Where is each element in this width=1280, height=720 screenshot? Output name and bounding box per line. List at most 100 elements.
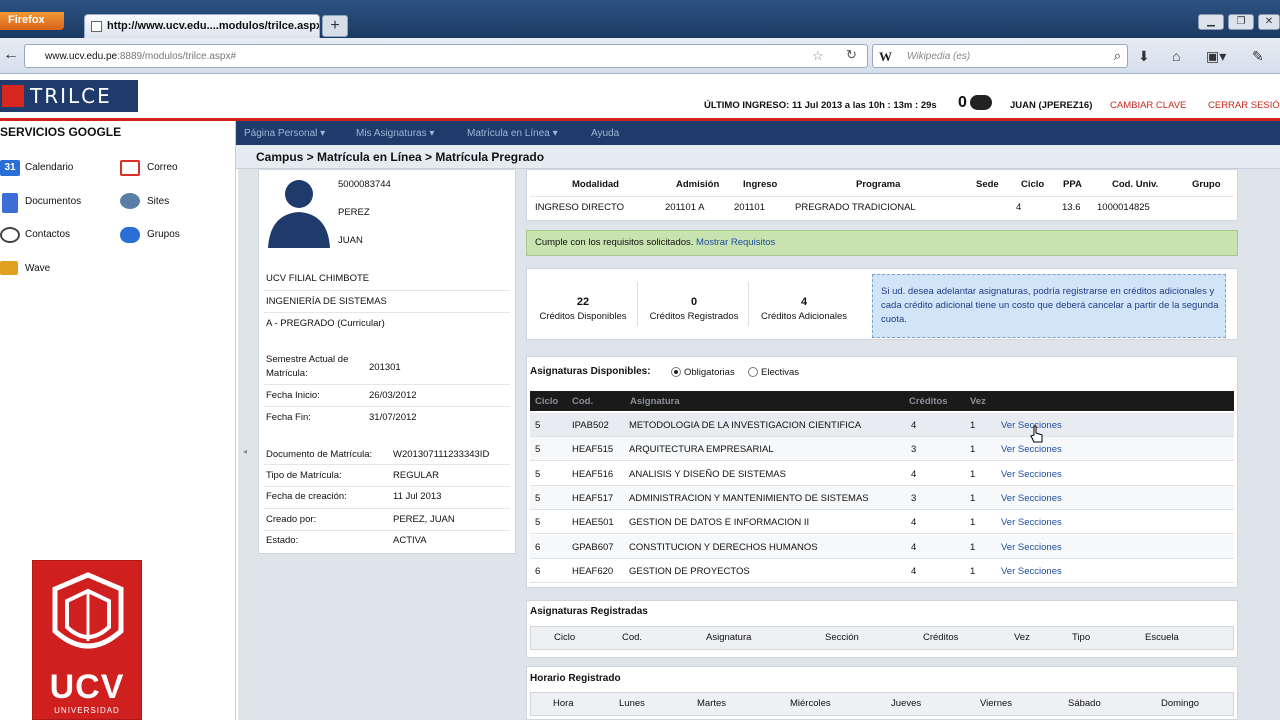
subject-cell: 6 [535, 542, 541, 553]
subject-cell: HEAF620 [572, 566, 614, 577]
subject-cell: 5 [535, 517, 541, 528]
google-link-calendario[interactable]: Calendario [25, 162, 73, 173]
info-header: Grupo [1192, 179, 1221, 190]
back-arrow-icon[interactable]: ← [0, 44, 22, 68]
subject-cell: 4 [911, 542, 917, 553]
url-bar[interactable]: www.ucv.edu.pe:8889/modulos/trilce.aspx# [24, 44, 868, 68]
credits-additional-label: Créditos Adicionales [760, 311, 848, 322]
subject-cell: 1 [970, 566, 976, 577]
column-header: Sección [825, 632, 859, 643]
credits-additional-value: 4 [800, 296, 808, 308]
chat-bubble-icon[interactable] [970, 95, 992, 110]
column-header: Hora [553, 698, 574, 709]
google-services-title: SERVICIOS GOOGLE [0, 125, 122, 139]
change-password-link[interactable]: CAMBIAR CLAVE [1110, 100, 1186, 111]
column-header: Asignatura [630, 396, 680, 407]
screen-icon[interactable]: ▣▾ [1206, 48, 1226, 65]
enrollment-info-table [526, 169, 1238, 221]
sites-icon[interactable] [120, 193, 140, 209]
subject-cell: 6 [535, 566, 541, 577]
info-value: 201101 [734, 202, 765, 213]
wave-icon[interactable] [0, 261, 18, 275]
menu-ayuda[interactable]: Ayuda [591, 128, 619, 139]
info-header: Cod. Univ. [1112, 179, 1159, 190]
field-label: Tipo de Matrícula: [266, 470, 342, 481]
filter-obligatory-label[interactable]: Obligatorias [684, 367, 735, 378]
subject-cell: 4 [911, 469, 917, 480]
column-header: Asignatura [706, 632, 752, 643]
addon-icon[interactable]: ✎ [1252, 48, 1264, 65]
search-input[interactable]: W Wikipedia (es) ⌕ [872, 44, 1128, 68]
reload-icon[interactable]: ↻ [846, 47, 857, 63]
column-header: Miércoles [790, 698, 831, 709]
view-sections-link[interactable]: Ver Secciones [1001, 444, 1062, 455]
new-tab-button[interactable]: + [322, 15, 348, 37]
google-link-wave[interactable]: Wave [25, 263, 50, 274]
filter-obligatory-radio[interactable] [671, 367, 681, 377]
field-value: ACTIVA [393, 535, 427, 546]
menu-mis-asignaturas[interactable]: Mis Asignaturas ▾ [356, 128, 434, 139]
logout-link[interactable]: CERRAR SESIÓ [1208, 100, 1280, 111]
view-sections-link[interactable]: Ver Secciones [1001, 469, 1062, 480]
firefox-menu-button[interactable]: Firefox [0, 12, 64, 30]
filter-elective-radio[interactable] [748, 367, 758, 377]
credits-registered-value: 0 [690, 296, 698, 308]
view-sections-link[interactable]: Ver Secciones [1001, 517, 1062, 528]
calendar-icon[interactable]: 31 [0, 160, 20, 176]
panel-collapse-icon[interactable]: ◂ [243, 447, 247, 456]
google-link-documentos[interactable]: Documentos [25, 196, 81, 207]
credits-available-value: 22 [576, 296, 590, 308]
subject-cell: 1 [970, 517, 976, 528]
search-placeholder: Wikipedia (es) [907, 51, 971, 62]
docs-icon[interactable] [2, 193, 18, 213]
menu-pagina-personal[interactable]: Página Personal ▾ [244, 128, 325, 139]
subject-cell: 4 [911, 420, 917, 431]
home-icon[interactable]: ⌂ [1172, 48, 1180, 64]
subject-cell: GPAB607 [572, 542, 614, 553]
maximize-icon[interactable]: ❐ [1228, 14, 1254, 30]
view-sections-link[interactable]: Ver Secciones [1001, 493, 1062, 504]
subject-cell: 3 [911, 493, 917, 504]
divider [748, 282, 749, 326]
trilce-mark-icon [2, 85, 24, 107]
groups-icon[interactable] [120, 227, 140, 243]
column-header: Domingo [1161, 698, 1200, 709]
close-window-icon[interactable]: ✕ [1258, 14, 1280, 30]
show-requirements-link[interactable]: Mostrar Requisitos [696, 237, 775, 248]
subject-cell: CONSTITUCION Y DERECHOS HUMANOS [629, 542, 818, 553]
google-link-sites[interactable]: Sites [147, 196, 169, 207]
field-value: 11 Jul 2013 [393, 491, 442, 502]
subject-cell: 1 [970, 542, 976, 553]
available-subjects-title: Asignaturas Disponibles: [530, 366, 651, 377]
subject-cell: GESTION DE DATOS E INFORMACION II [629, 517, 810, 528]
column-header: Tipo [1072, 632, 1091, 643]
field-label: Fecha Fin: [266, 412, 311, 423]
trilce-logo[interactable]: TRILCE [0, 80, 138, 112]
column-header: Créditos [923, 632, 959, 643]
filter-elective-label[interactable]: Electivas [761, 367, 799, 378]
minimize-icon[interactable]: ▁ [1198, 14, 1224, 30]
menu-matricula-en-linea[interactable]: Matrícula en Línea ▾ [467, 128, 558, 139]
google-link-grupos[interactable]: Grupos [147, 229, 180, 240]
page-favicon-icon [91, 21, 102, 32]
view-sections-link[interactable]: Ver Secciones [1001, 542, 1062, 553]
notification-count[interactable]: 0 [958, 94, 967, 112]
subject-cell: 5 [535, 493, 541, 504]
ucv-wordmark: UCV [49, 668, 125, 706]
subject-cell: HEAF515 [572, 444, 614, 455]
browser-tab[interactable]: http://www.ucv.edu....modulos/trilce.asp… [84, 14, 320, 38]
subject-cell: IPAB502 [572, 420, 609, 431]
gmail-icon[interactable] [120, 160, 140, 176]
search-icon[interactable]: ⌕ [1114, 48, 1121, 64]
contacts-icon[interactable] [0, 227, 20, 243]
column-header: Martes [697, 698, 727, 709]
view-sections-link[interactable]: Ver Secciones [1001, 566, 1062, 577]
field-label: Estado: [266, 535, 299, 546]
bookmark-star-icon[interactable]: ☆ [812, 48, 824, 64]
menu-label: Ayuda [591, 128, 620, 139]
column-header: Cod. [572, 396, 594, 407]
info-value: PREGRADO TRADICIONAL [795, 202, 916, 213]
google-link-contactos[interactable]: Contactos [25, 229, 70, 240]
downloads-icon[interactable]: ⬇ [1138, 48, 1150, 65]
google-link-correo[interactable]: Correo [147, 162, 178, 173]
